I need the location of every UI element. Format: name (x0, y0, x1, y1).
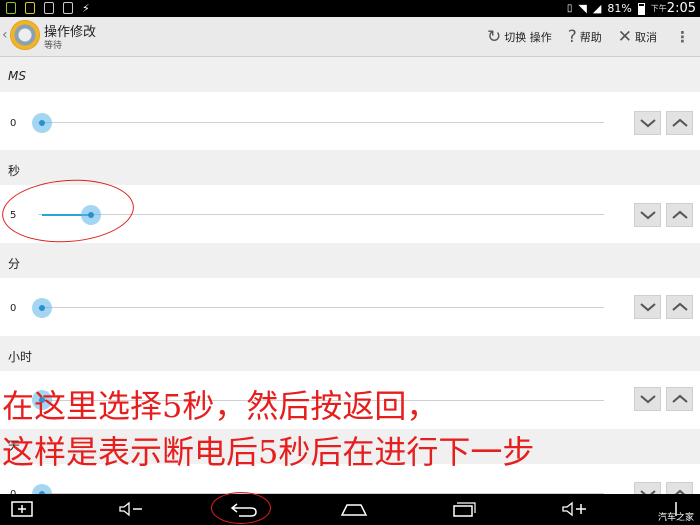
section-label: MS (8, 69, 26, 83)
close-icon: ✕ (617, 27, 632, 47)
gallery-notification-icon (44, 2, 54, 14)
cancel-label: 取消 (635, 31, 657, 44)
switch-action-label: 切换 操作 (504, 31, 552, 44)
help-label: 帮助 (579, 31, 602, 44)
status-bar: ⚡ ▯ ◥ ◢ 81% 下午 2:05 (0, 0, 700, 17)
section-label: 分 (8, 257, 21, 271)
android-notification-icon (6, 2, 16, 14)
slider-track[interactable] (38, 122, 604, 123)
chevron-down-icon (639, 211, 656, 220)
switch-action-button[interactable]: ↻ 切换 操作 (479, 17, 560, 57)
slider-track[interactable] (38, 307, 604, 308)
chevron-up-icon (671, 302, 688, 311)
section-header-minutes: 分 (0, 243, 700, 278)
overflow-menu-icon[interactable]: ⋮ (665, 28, 700, 46)
battery-percent: 81% (607, 2, 632, 15)
wifi-icon: ◥ (578, 2, 587, 15)
home-icon[interactable] (339, 500, 369, 518)
slider-thumb[interactable] (32, 298, 52, 318)
back-chevron-icon[interactable]: ‹ (2, 27, 8, 43)
decrement-button[interactable] (634, 482, 661, 494)
notification-icons: ⚡ (6, 2, 90, 15)
tasker-logo-icon[interactable] (10, 20, 40, 50)
section-header-seconds: 秒 (0, 150, 700, 185)
slider-row-ms: 0 (0, 92, 700, 150)
usb-notification-icon (63, 2, 73, 14)
volume-down-icon[interactable] (118, 500, 146, 518)
navigation-bar (0, 494, 700, 525)
chevron-up-icon (671, 394, 688, 403)
clock-time: 2:05 (666, 1, 696, 16)
decrement-button[interactable] (634, 295, 661, 319)
increment-button[interactable] (666, 203, 693, 227)
decrement-button[interactable] (634, 387, 661, 411)
slider-thumb[interactable] (32, 113, 52, 133)
chevron-up-icon (671, 210, 688, 219)
settings-list: MS 0 秒 5 分 0 小时 天 (0, 57, 700, 494)
slider-value: 0 (10, 118, 17, 129)
increment-button[interactable] (666, 111, 693, 135)
lightning-icon: ⚡ (82, 2, 90, 15)
help-button[interactable]: ? 帮助 (560, 17, 610, 57)
increment-button[interactable] (666, 387, 693, 411)
recent-apps-icon[interactable] (451, 500, 479, 518)
action-bar: ‹ 操作修改 等待 ↻ 切换 操作 ? 帮助 ✕ 取消 ⋮ (0, 17, 700, 57)
chevron-down-icon (639, 119, 656, 128)
sim-icon: ▯ (566, 3, 573, 14)
app-notification-icon (25, 2, 35, 14)
annotation-text-line1: 在这里选择5秒，然后按返回， (2, 387, 439, 425)
chevron-down-icon (639, 395, 656, 404)
decrement-button[interactable] (634, 203, 661, 227)
question-icon: ? (567, 27, 577, 47)
section-label: 小时 (8, 350, 33, 364)
increment-button[interactable] (666, 482, 693, 494)
watermark: 汽车之家 (657, 513, 694, 523)
volume-up-icon[interactable] (561, 500, 589, 518)
page-subtitle: 等待 (44, 41, 63, 51)
chevron-up-icon (671, 118, 688, 127)
increment-button[interactable] (666, 295, 693, 319)
section-header-hours: 小时 (0, 336, 700, 371)
slider-row-minutes: 0 (0, 278, 700, 336)
annotation-text-line2: 这样是表示断电后5秒后在进行下一步 (2, 433, 535, 471)
refresh-icon: ↻ (486, 27, 502, 47)
battery-icon (637, 2, 645, 15)
signal-icon: ◢ (592, 2, 602, 15)
slider-thumb[interactable] (32, 484, 52, 494)
screenshot-icon[interactable] (10, 500, 34, 518)
cancel-button[interactable]: ✕ 取消 (610, 17, 665, 57)
section-header-ms: MS (0, 57, 700, 92)
decrement-button[interactable] (634, 111, 661, 135)
annotation-circle-back (211, 492, 271, 524)
section-label: 秒 (8, 164, 21, 178)
clock-period: 下午 (650, 4, 667, 13)
slider-value: 0 (10, 303, 17, 314)
chevron-down-icon (639, 303, 656, 312)
